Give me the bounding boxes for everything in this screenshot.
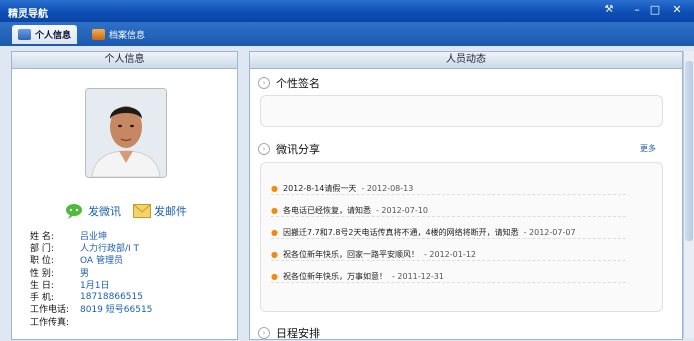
- envelope-icon: [133, 204, 151, 218]
- field-label: 姓 名:: [30, 231, 54, 242]
- section-title: 微讯分享: [276, 143, 320, 156]
- archive-icon: [92, 29, 105, 40]
- maximize-button[interactable]: □: [648, 3, 662, 17]
- field-value: 1月1日: [80, 280, 110, 291]
- field-value: 18718866515: [80, 291, 143, 302]
- vertical-scrollbar[interactable]: [683, 51, 694, 338]
- send-email-button[interactable]: 发邮件: [133, 203, 187, 219]
- info-row: 姓 名: 吕业坤: [30, 229, 245, 242]
- schedule-section-header[interactable]: › 日程安排: [258, 325, 320, 341]
- section-title: 日程安排: [276, 327, 320, 340]
- chat-bubble-icon: [66, 204, 82, 219]
- item-text: 2012-8-14请假一天: [282, 184, 357, 193]
- signature-section-header[interactable]: › 个性签名: [258, 75, 320, 91]
- minimize-button[interactable]: –: [630, 3, 644, 17]
- info-row: 工作传真:: [30, 315, 245, 328]
- title-bar: 精灵导航 ⚒ – □ ✕: [0, 0, 694, 22]
- scrollbar-thumb[interactable]: [685, 61, 693, 241]
- window-title: 精灵导航: [8, 9, 48, 20]
- list-item[interactable]: ● 因搬迁7.7和7.8号2天电话传真将不通，4楼的网络将断开，请知悉 - 20…: [271, 227, 626, 239]
- send-email-label: 发邮件: [154, 205, 187, 218]
- field-value: OA 管理员: [80, 256, 123, 267]
- item-date: - 2012-08-13: [361, 184, 414, 193]
- field-label: 工作电话:: [30, 305, 70, 316]
- field-label: 手 机:: [30, 293, 54, 304]
- more-link[interactable]: 更多: [640, 143, 656, 154]
- bullet-icon: ●: [271, 272, 278, 281]
- personal-info-panel: 个人信息 发微讯 发邮件 姓 名: 吕业坤 部 门: 人力行政部/I T 职 位…: [11, 51, 238, 340]
- close-button[interactable]: ✕: [670, 3, 684, 17]
- item-date: - 2012-07-07: [523, 228, 576, 237]
- tab-label: 个人信息: [35, 31, 72, 41]
- item-text: 祝各位新年快乐，万事如意！: [282, 272, 387, 281]
- info-row: 生 日: 1月1日: [30, 278, 245, 291]
- info-row: 手 机: 18718866515: [30, 290, 245, 304]
- field-value: 男: [80, 268, 90, 279]
- id-card-icon: [18, 29, 31, 40]
- profile-photo: [85, 88, 167, 178]
- list-item[interactable]: ● 祝各位新年快乐，回家一路平安顺风！ - 2012-01-12: [271, 249, 626, 261]
- field-label: 工作传真:: [30, 317, 70, 328]
- info-row: 部 门: 人力行政部/I T: [30, 241, 245, 254]
- list-item[interactable]: ● 祝各位新年快乐，万事如意！ - 2011-12-31: [271, 271, 626, 283]
- panel-header: 人员动态: [250, 52, 682, 69]
- collapse-icon: ›: [258, 327, 270, 339]
- item-date: - 2012-01-12: [423, 250, 476, 259]
- collapse-icon: ›: [258, 143, 270, 155]
- section-title: 个性签名: [276, 77, 320, 90]
- tab-label: 档案信息: [109, 31, 146, 41]
- item-text: 祝各位新年快乐，回家一路平安顺风！: [282, 250, 419, 259]
- send-weixun-button[interactable]: 发微讯: [65, 203, 121, 219]
- panel-header: 个人信息: [12, 52, 237, 69]
- bullet-icon: ●: [271, 228, 278, 237]
- bullet-icon: ●: [271, 250, 278, 259]
- info-row: 职 位: OA 管理员: [30, 254, 245, 266]
- item-text: 因搬迁7.7和7.8号2天电话传真将不通，4楼的网络将断开，请知悉: [282, 228, 519, 237]
- info-row: 性 别: 男: [30, 266, 245, 279]
- info-list: 姓 名: 吕业坤 部 门: 人力行政部/I T 职 位: OA 管理员 性 别:…: [30, 229, 245, 328]
- field-label: 职 位:: [30, 256, 54, 267]
- item-date: - 2011-12-31: [391, 272, 444, 281]
- weixun-section-header[interactable]: › 微讯分享: [258, 141, 320, 157]
- field-label: 部 门:: [30, 243, 54, 254]
- tools-icon[interactable]: ⚒: [602, 3, 616, 17]
- bullet-icon: ●: [271, 206, 278, 215]
- info-row: 工作电话: 8019 短号66515: [30, 303, 245, 315]
- field-value: 吕业坤: [80, 231, 108, 242]
- collapse-icon: ›: [258, 77, 270, 89]
- field-value: 8019 短号66515: [80, 305, 153, 316]
- tab-personal-info[interactable]: 个人信息: [12, 25, 78, 44]
- tab-archive-info[interactable]: 档案信息: [86, 25, 151, 44]
- item-text: 各电话已经恢复，请知悉: [282, 206, 371, 215]
- field-value: 人力行政部/I T: [80, 243, 140, 254]
- field-label: 性 别:: [30, 268, 54, 279]
- signature-box: [260, 95, 663, 127]
- activity-panel: 人员动态 › 个性签名 › 微讯分享 更多 ● 2012-8-14请假一天 - …: [249, 51, 683, 340]
- list-item[interactable]: ● 2012-8-14请假一天 - 2012-08-13: [271, 183, 626, 195]
- list-item[interactable]: ● 各电话已经恢复，请知悉 - 2012-07-10: [271, 205, 626, 217]
- bullet-icon: ●: [271, 184, 278, 193]
- field-label: 生 日:: [30, 280, 54, 291]
- item-date: - 2012-07-10: [375, 206, 428, 215]
- send-weixun-label: 发微讯: [88, 205, 121, 218]
- tab-bar: 个人信息 档案信息: [0, 22, 694, 46]
